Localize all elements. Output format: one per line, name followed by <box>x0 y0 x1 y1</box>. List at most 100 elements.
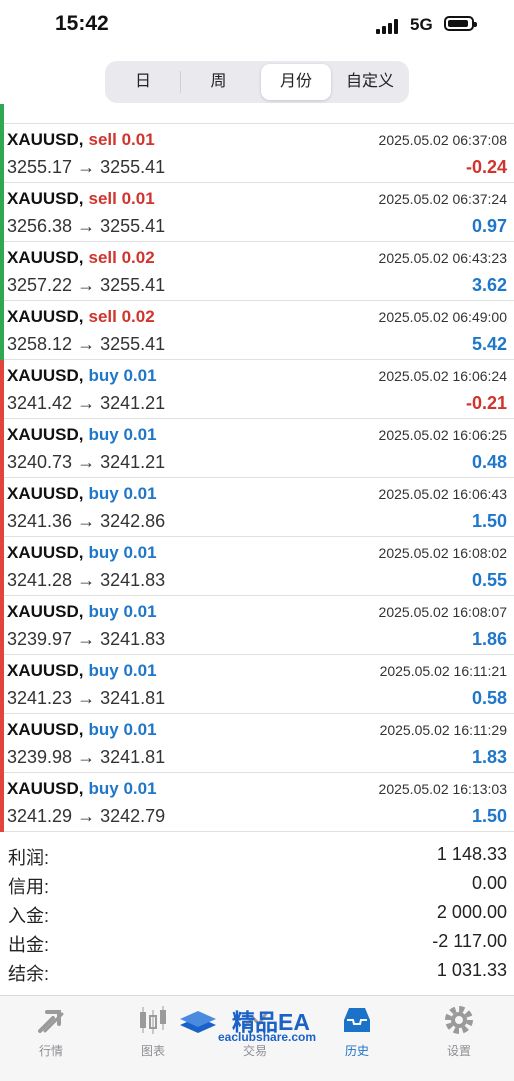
trade-symbol-line: XAUUSD, buy 0.01 <box>7 720 157 740</box>
trade-side-bar <box>0 537 4 596</box>
summary-row-credit: 信用: 0.00 <box>0 870 514 899</box>
trade-profit: 1.50 <box>471 511 507 531</box>
trade-side-volume: sell 0.01 <box>88 130 155 149</box>
trade-prices: 3241.23 → 3241.81 <box>7 688 166 708</box>
trade-datetime: 2025.05.02 16:08:07 <box>378 604 507 620</box>
chart-icon <box>140 1006 166 1034</box>
trade-profit: 0.58 <box>471 688 507 708</box>
trade-profit: 0.97 <box>471 216 507 236</box>
trade-profit: 3.62 <box>471 275 507 295</box>
trade-side-volume: buy 0.01 <box>88 779 157 798</box>
tab-label: 设置 <box>446 1044 471 1058</box>
trade-row[interactable]: XAUUSD, buy 0.01 2025.05.02 16:13:03 3241.2… <box>0 773 514 832</box>
trade-side-bar <box>0 104 4 124</box>
account-summary: 利润: 1 148.33 信用: 0.00 入金: 2 000.00 出金: -… <box>0 841 514 986</box>
trade-side-bar <box>0 596 4 655</box>
trade-symbol-line: XAUUSD, buy 0.01 <box>7 779 157 799</box>
summary-value: 1 148.33 <box>436 844 507 864</box>
trade-row[interactable]: XAUUSD, sell 0.01 2025.05.02 06:37:24 3256.… <box>0 183 514 242</box>
trade-symbol: XAUUSD, <box>7 248 84 267</box>
trade-symbol: XAUUSD, <box>7 425 84 444</box>
list-item-partial <box>0 104 514 124</box>
summary-label: 信用: <box>8 877 50 897</box>
trade-symbol-line: XAUUSD, buy 0.01 <box>7 543 157 563</box>
trade-side-bar <box>0 478 4 537</box>
trade-profit: 0.55 <box>471 570 507 590</box>
trade-prices: 3241.42 → 3241.21 <box>7 393 166 413</box>
summary-label: 入金: <box>8 906 50 926</box>
trade-profit: 5.42 <box>471 334 507 354</box>
history-icon <box>344 1008 370 1032</box>
trade-symbol-line: XAUUSD, buy 0.01 <box>7 425 157 445</box>
trade-datetime: 2025.05.02 06:49:00 <box>378 309 507 325</box>
trade-row[interactable]: XAUUSD, buy 0.01 2025.05.02 16:06:24 3241.4… <box>0 360 514 419</box>
trade-datetime: 2025.05.02 06:37:24 <box>378 191 507 207</box>
network-type: 5G <box>410 15 433 34</box>
trade-datetime: 2025.05.02 06:37:08 <box>378 132 507 148</box>
trade-prices: 3241.29 → 3242.79 <box>7 806 166 826</box>
summary-row-balance: 结余: 1 031.33 <box>0 957 514 986</box>
trade-row[interactable]: XAUUSD, buy 0.01 2025.05.02 16:08:07 3239.9… <box>0 596 514 655</box>
trade-side-volume: sell 0.02 <box>88 307 155 326</box>
tab-custom[interactable]: 自定义 <box>334 64 406 100</box>
status-bar: 15:42 5G <box>0 0 514 52</box>
trade-prices: 3240.73 → 3241.21 <box>7 452 166 472</box>
trade-side-volume: buy 0.01 <box>88 484 157 503</box>
summary-value: 1 031.33 <box>436 960 507 980</box>
summary-label: 结余: <box>8 964 50 984</box>
trade-side-bar <box>0 124 4 183</box>
trade-row[interactable]: XAUUSD, buy 0.01 2025.05.02 16:11:29 3239.9… <box>0 714 514 773</box>
trade-profit: 1.50 <box>471 806 507 826</box>
trade-row[interactable]: XAUUSD, sell 0.02 2025.05.02 06:49:00 3258.… <box>0 301 514 360</box>
summary-value: 2 000.00 <box>436 902 507 922</box>
trade-prices: 3239.98 → 3241.81 <box>7 747 166 767</box>
watermark-logo-icon <box>180 1011 216 1033</box>
trade-datetime: 2025.05.02 16:13:03 <box>378 781 507 797</box>
trade-symbol: XAUUSD, <box>7 189 84 208</box>
trade-row[interactable]: XAUUSD, buy 0.01 2025.05.02 16:06:25 3240.7… <box>0 419 514 478</box>
trade-profit: 1.83 <box>471 747 507 767</box>
tab-month[interactable]: 月份 <box>261 64 331 100</box>
period-selector: 日 周 月份 自定义 <box>105 61 409 103</box>
trade-symbol-line: XAUUSD, sell 0.01 <box>7 189 155 209</box>
trade-symbol: XAUUSD, <box>7 543 84 562</box>
trade-row[interactable]: XAUUSD, sell 0.02 2025.05.02 06:43:23 3257.… <box>0 242 514 301</box>
trade-prices: 3256.38 → 3255.41 <box>7 216 166 236</box>
trade-prices: 3255.17 → 3255.41 <box>7 157 166 177</box>
trade-side-volume: buy 0.01 <box>88 661 157 680</box>
tab-settings[interactable]: 设置 <box>408 996 510 1081</box>
trade-row[interactable]: XAUUSD, buy 0.01 2025.05.02 16:11:21 3241.2… <box>0 655 514 714</box>
trade-profit: -0.21 <box>465 393 507 413</box>
trade-side-volume: buy 0.01 <box>88 720 157 739</box>
trade-side-volume: buy 0.01 <box>88 425 157 444</box>
tab-day[interactable]: 日 <box>108 64 178 100</box>
trade-history-list[interactable]: XAUUSD, sell 0.01 2025.05.02 06:37:08 3255.… <box>0 104 514 836</box>
trade-side-volume: buy 0.01 <box>88 543 157 562</box>
trade-row[interactable]: XAUUSD, buy 0.01 2025.05.02 16:08:02 3241.2… <box>0 537 514 596</box>
trade-symbol-line: XAUUSD, buy 0.01 <box>7 366 157 386</box>
trade-side-bar <box>0 301 4 360</box>
trade-side-bar <box>0 242 4 301</box>
trade-symbol: XAUUSD, <box>7 661 84 680</box>
tab-quotes[interactable]: 行情 <box>0 996 102 1081</box>
trade-prices: 3258.12 → 3255.41 <box>7 334 166 354</box>
trade-symbol-line: XAUUSD, sell 0.02 <box>7 248 155 268</box>
trade-profit: 1.86 <box>471 629 507 649</box>
trade-row[interactable]: XAUUSD, sell 0.01 2025.05.02 06:37:08 3255.… <box>0 124 514 183</box>
trade-datetime: 2025.05.02 16:11:21 <box>379 663 507 679</box>
summary-label: 出金: <box>8 935 50 955</box>
summary-row-deposit: 入金: 2 000.00 <box>0 899 514 928</box>
trade-row[interactable]: XAUUSD, buy 0.01 2025.05.02 16:06:43 3241.3… <box>0 478 514 537</box>
summary-label: 利润: <box>8 848 50 868</box>
watermark: 精品EA eaclubshare.com <box>178 1003 338 1047</box>
trade-symbol: XAUUSD, <box>7 307 84 326</box>
trade-symbol: XAUUSD, <box>7 366 84 385</box>
settings-icon <box>445 1006 473 1034</box>
trade-profit: -0.24 <box>465 157 507 177</box>
trade-side-bar <box>0 360 4 419</box>
trade-symbol-line: XAUUSD, buy 0.01 <box>7 661 157 681</box>
tab-week[interactable]: 周 <box>182 64 255 100</box>
trade-symbol: XAUUSD, <box>7 130 84 149</box>
trade-prices: 3239.97 → 3241.83 <box>7 629 166 649</box>
trade-symbol: XAUUSD, <box>7 602 84 621</box>
